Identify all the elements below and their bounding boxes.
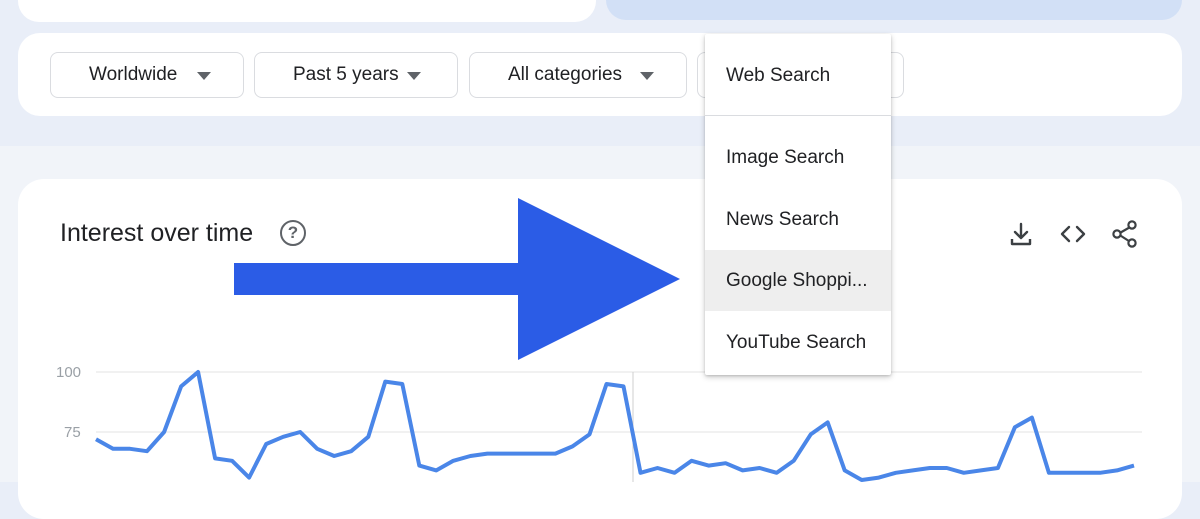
pointing-arrow — [234, 198, 680, 360]
menu-item-google-shopping[interactable]: Google Shoppi... — [705, 250, 891, 311]
search-type-dropdown: Web Search Image Search News Search Goog… — [705, 34, 891, 375]
menu-item-youtube-search[interactable]: YouTube Search — [705, 312, 891, 373]
menu-item-web-search[interactable]: Web Search — [705, 45, 891, 106]
menu-item-news-search[interactable]: News Search — [705, 189, 891, 250]
menu-divider — [705, 115, 891, 116]
menu-item-image-search[interactable]: Image Search — [705, 127, 891, 188]
series-line — [95, 370, 1135, 482]
